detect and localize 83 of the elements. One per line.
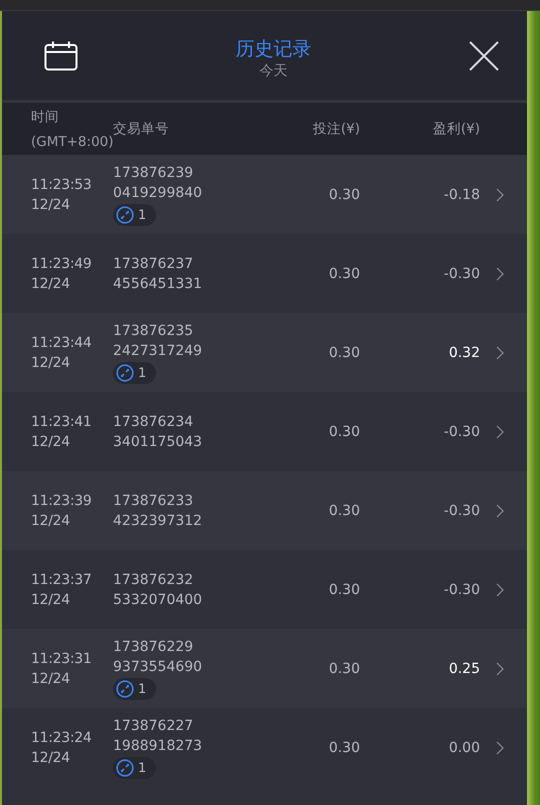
order-number: 9373554690: [113, 658, 204, 677]
time-text: 11:23:37: [31, 570, 92, 590]
history-row[interactable]: 11:23:39 12/24 173876233 4232397312 0.30 -0.30: [2, 471, 527, 550]
profit-amount: 0.25: [448, 660, 480, 676]
date-filter-label: 今天: [260, 62, 288, 80]
chevron-right-icon: [496, 662, 504, 676]
close-icon: [469, 40, 499, 70]
date-text: 12/24: [31, 354, 71, 372]
chevron-right-icon: [496, 188, 504, 202]
chevron-right-icon: [496, 424, 504, 438]
profit-amount: -0.30: [442, 502, 480, 518]
history-row[interactable]: 11:23:37 12/24 173876232 5332070400 0.30 -0.30: [2, 550, 527, 629]
profit-amount: 0.32: [448, 344, 480, 360]
stake-amount: 0.30: [328, 582, 360, 598]
chevron-right-icon: [496, 346, 504, 360]
date-text: 12/24: [31, 432, 71, 452]
stake-amount: 0.30: [328, 660, 360, 676]
profit-amount: 0.00: [448, 740, 480, 756]
badge-count: 1: [138, 366, 146, 380]
history-row[interactable]: 11:23:31 12/24 173876229 9373554690 1 0.30 0.25: [2, 629, 527, 708]
arrows-circle-icon: [116, 206, 134, 224]
profit-amount: -0.18: [442, 186, 480, 202]
stake-amount: 0.30: [328, 502, 360, 518]
profit-amount: -0.30: [442, 582, 480, 598]
order-number: 173876229: [113, 638, 194, 657]
time-text: 11:23:53: [31, 176, 92, 194]
chevron-right-icon: [496, 504, 504, 518]
order-number: 0419299840: [113, 184, 204, 203]
profit-amount: -0.30: [442, 424, 480, 440]
time-text: 11:23:39: [31, 492, 92, 510]
order-number: 173876239: [113, 164, 194, 183]
time-text: 11:23:24: [31, 728, 92, 748]
arrows-circle-icon: [116, 364, 134, 382]
date-text: 12/24: [31, 196, 71, 214]
arrows-circle-icon: [116, 759, 134, 777]
badge-count: 1: [138, 208, 146, 222]
date-text: 12/24: [31, 590, 71, 610]
history-row[interactable]: 11:23:44 12/24 173876235 2427317249 1 0.30 0.32: [2, 313, 527, 392]
order-number: 173876233: [113, 492, 194, 510]
stake-amount: 0.30: [328, 344, 360, 360]
history-row[interactable]: 11:23:24 12/24 173876227 1988918273 1 0.30 0.00: [2, 708, 527, 787]
order-number: 173876232: [113, 570, 194, 590]
date-text: 12/24: [31, 274, 71, 294]
calendar-icon: [44, 40, 78, 70]
time-text: 11:23:31: [31, 650, 92, 668]
column-header: (GMT+8:00): [31, 134, 113, 150]
time-text: 11:23:44: [31, 334, 92, 352]
badge-count: 1: [138, 682, 146, 696]
order-number: 4232397312: [113, 512, 204, 530]
column-header: 盈利(¥): [432, 120, 480, 138]
profit-amount: -0.30: [442, 266, 480, 282]
order-number: 1988918273: [113, 737, 204, 756]
close-button[interactable]: [469, 40, 499, 70]
date-text: 12/24: [31, 512, 71, 530]
order-number: 2427317249: [113, 342, 204, 361]
arrows-circle-icon: [116, 680, 134, 698]
stake-amount: 0.30: [328, 740, 360, 756]
history-row[interactable]: 11:23:41 12/24 173876234 3401175043 0.30 -0.30: [2, 392, 527, 471]
chevron-right-icon: [496, 266, 504, 280]
history-row[interactable]: 11:23:53 12/24 173876239 0419299840 1 0.30 -0.18: [2, 155, 527, 234]
calendar-button[interactable]: [44, 40, 78, 70]
stake-amount: 0.30: [328, 424, 360, 440]
column-header: 投注(¥): [312, 120, 360, 138]
chevron-right-icon: [496, 740, 504, 754]
order-number: 173876235: [113, 322, 194, 341]
stake-amount: 0.30: [328, 186, 360, 202]
order-number: 173876237: [113, 254, 194, 274]
order-number: 3401175043: [113, 432, 204, 452]
order-number: 173876227: [113, 717, 194, 736]
badge-count: 1: [138, 760, 146, 776]
time-text: 11:23:49: [31, 254, 92, 274]
panel-title: 历史记录: [236, 36, 312, 62]
order-number: 5332070400: [113, 590, 204, 610]
date-text: 12/24: [31, 670, 71, 688]
date-text: 12/24: [31, 748, 71, 768]
order-number: 4556451331: [113, 274, 204, 294]
column-header: 交易单号: [113, 120, 170, 138]
order-number: 173876234: [113, 412, 194, 432]
time-text: 11:23:41: [31, 412, 92, 432]
column-header: 时间: [31, 108, 60, 126]
chevron-right-icon: [496, 582, 504, 596]
history-row[interactable]: 11:23:49 12/24 173876237 4556451331 0.30 -0.30: [2, 234, 527, 313]
stake-amount: 0.30: [328, 266, 360, 282]
